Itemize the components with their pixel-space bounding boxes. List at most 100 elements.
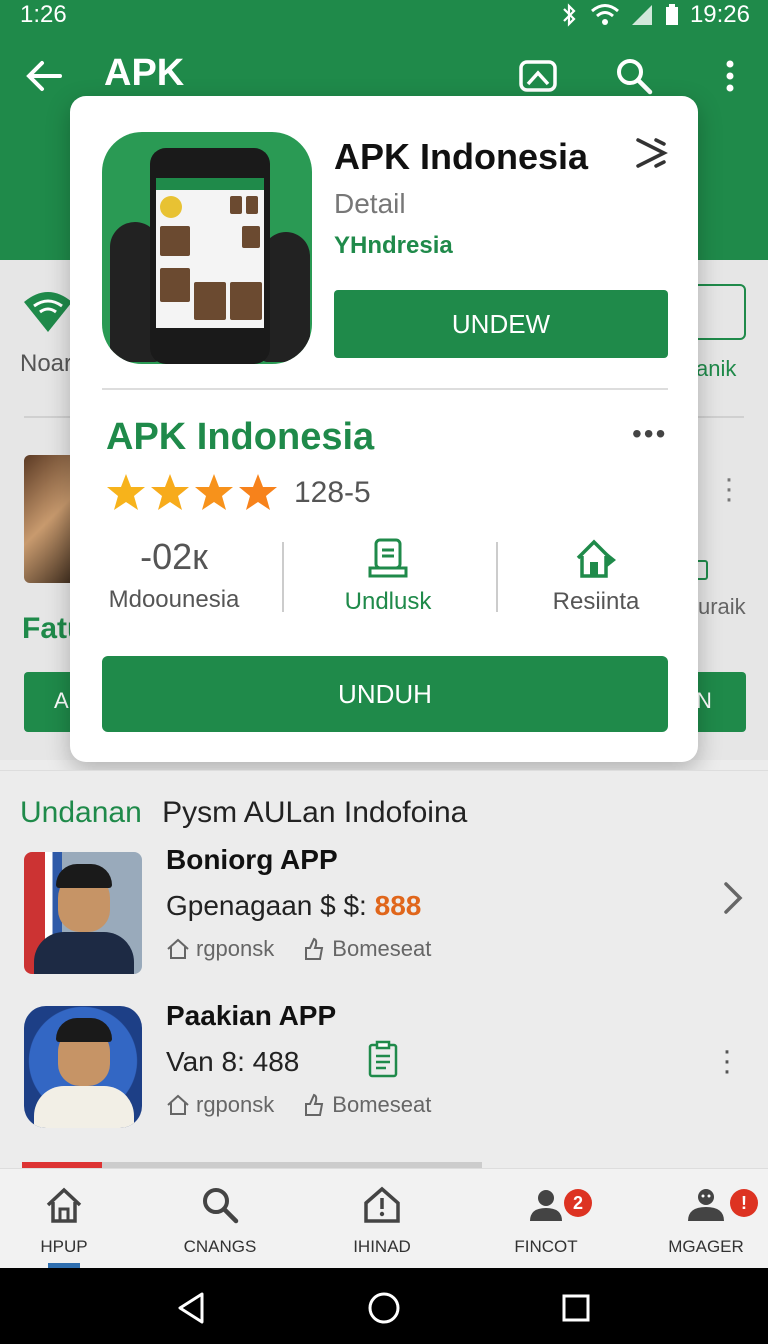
background-label-right: anik xyxy=(696,356,737,381)
app-bar-title: APK xyxy=(104,52,185,94)
section-heading-title: Pysm AULan Indofoina xyxy=(162,796,468,829)
avatar-body xyxy=(34,1086,134,1128)
nav-item-home[interactable]: HPUP xyxy=(4,1185,124,1257)
more-vert-icon[interactable]: · · · xyxy=(722,1036,732,1086)
divider xyxy=(102,388,668,390)
status-bar: 1:26 19:26 xyxy=(0,0,768,32)
bottom-navigation: HPUP CNANGS IHINAD FINCOT 2 MGAGER ! xyxy=(0,1168,768,1269)
more-vert-icon[interactable] xyxy=(710,56,750,96)
phone-screen-bar xyxy=(156,178,264,190)
chevron-right-icon[interactable] xyxy=(720,880,746,916)
stat-resources[interactable]: Resiinta xyxy=(498,536,694,616)
status-clock: 19:26 xyxy=(689,1,750,28)
nav-item-manager[interactable]: MGAGER ! xyxy=(646,1185,766,1257)
background-label-small: uraik xyxy=(698,594,746,619)
bluetooth-icon xyxy=(563,3,576,27)
search-icon[interactable] xyxy=(614,56,654,96)
meta-pair: Bomeseat xyxy=(302,1092,431,1118)
nav-item-account[interactable]: FINCOT 2 xyxy=(486,1185,606,1257)
nav-label: MGAGER xyxy=(668,1237,744,1256)
phone-thumb xyxy=(160,268,190,302)
list-item-meta: rgponsk Bomeseat xyxy=(166,936,431,962)
dialog-subtitle: Detail xyxy=(334,188,406,219)
stat-download-action[interactable]: Undlusk xyxy=(290,536,486,616)
nav-item-info[interactable]: IHINAD xyxy=(322,1185,442,1257)
avatar-hair xyxy=(56,1018,112,1042)
group-icon xyxy=(688,1189,724,1221)
list-item-version-line: Van 8: 488 xyxy=(166,1046,300,1077)
avatar[interactable] xyxy=(24,852,142,974)
recents-square-icon[interactable] xyxy=(558,1290,594,1326)
meta-pair: Bomeseat xyxy=(302,936,431,962)
section-heading-tag[interactable]: Undanan xyxy=(20,796,142,829)
phone-thumb xyxy=(194,282,226,320)
notification-badge: 2 xyxy=(564,1189,592,1217)
status-icons: 19:26 xyxy=(558,1,750,29)
background-label: Noar xyxy=(20,350,73,377)
rating-stars xyxy=(106,472,278,512)
signal-icon xyxy=(631,5,652,25)
image-icon[interactable] xyxy=(518,56,558,96)
search-icon xyxy=(203,1188,239,1224)
dialog-title: APK Indonesia xyxy=(334,136,589,177)
download-button[interactable]: UNDUH xyxy=(102,656,668,732)
close-icon[interactable] xyxy=(634,136,668,170)
meta-pair: rgponsk xyxy=(166,1092,274,1118)
list-item-price-line: Gpenagaan $ $: 888 xyxy=(166,890,421,922)
list-item-title[interactable]: Boniorg APP xyxy=(166,844,338,876)
chart-icon xyxy=(690,284,746,340)
star-icon xyxy=(151,474,189,510)
nav-label: CNANGS xyxy=(183,1237,257,1256)
status-time: 1:26 xyxy=(20,1,67,28)
home-outline-icon xyxy=(167,1094,189,1115)
home-share-icon xyxy=(576,539,616,578)
phone-thumb xyxy=(230,282,262,320)
background-more-icon: · · · xyxy=(724,462,734,515)
nav-item-search[interactable]: CNANGS xyxy=(160,1185,280,1257)
thumb-icon xyxy=(305,1093,324,1116)
star-icon xyxy=(107,474,145,510)
stat-label: Resiinta xyxy=(552,588,640,615)
more-horiz-icon[interactable]: ••• xyxy=(632,418,667,450)
alert-badge: ! xyxy=(730,1189,758,1217)
nav-label: HPUP xyxy=(40,1237,88,1256)
phone-screen xyxy=(156,178,264,328)
meta-text: Bomeseat xyxy=(332,1092,432,1117)
star-icon xyxy=(195,474,233,510)
stat-label: Undlusk xyxy=(344,588,432,615)
list-item-title[interactable]: Paakian APP xyxy=(166,1000,336,1032)
app-name: APK Indonesia xyxy=(106,416,375,458)
star-icon xyxy=(239,474,277,510)
avatar-hair xyxy=(56,864,112,888)
rating-count: 128-5 xyxy=(294,476,371,509)
developer-name[interactable]: YHndresia xyxy=(334,232,453,260)
meta-text: rgponsk xyxy=(196,936,275,961)
back-arrow-icon[interactable] xyxy=(22,54,66,98)
home-circle-icon[interactable] xyxy=(366,1290,402,1326)
nav-label: FINCOT xyxy=(514,1237,578,1256)
app-icon xyxy=(102,132,312,364)
home-outline-icon xyxy=(167,938,189,959)
home-icon xyxy=(46,1187,82,1223)
document-icon[interactable] xyxy=(366,1040,400,1078)
price-prefix: Gpenagaan $ $: xyxy=(166,890,375,921)
battery-icon xyxy=(665,4,678,25)
phone-thumb xyxy=(160,226,190,256)
phone-thumb xyxy=(242,226,260,248)
stat-value: -02к xyxy=(140,536,208,577)
back-triangle-icon[interactable] xyxy=(174,1290,210,1326)
list-item-meta: rgponsk Bomeseat xyxy=(166,1092,431,1118)
meta-text: Bomeseat xyxy=(332,936,432,961)
avatar[interactable] xyxy=(24,1006,142,1128)
phone-thumb xyxy=(230,196,242,214)
update-button[interactable]: UNDEW xyxy=(334,290,668,358)
meta-text: rgponsk xyxy=(196,1092,275,1117)
app-detail-dialog: APK Indonesia Detail YHndresia UNDEW APK… xyxy=(70,96,698,762)
section-heading: Undanan Pysm AULan Indofoina xyxy=(20,796,467,830)
separator xyxy=(282,542,284,612)
phone-thumb xyxy=(246,196,258,214)
house-alert-icon xyxy=(364,1186,400,1223)
phone-illustration xyxy=(150,148,270,364)
background-photo xyxy=(24,455,76,583)
download-box-icon xyxy=(368,538,408,578)
